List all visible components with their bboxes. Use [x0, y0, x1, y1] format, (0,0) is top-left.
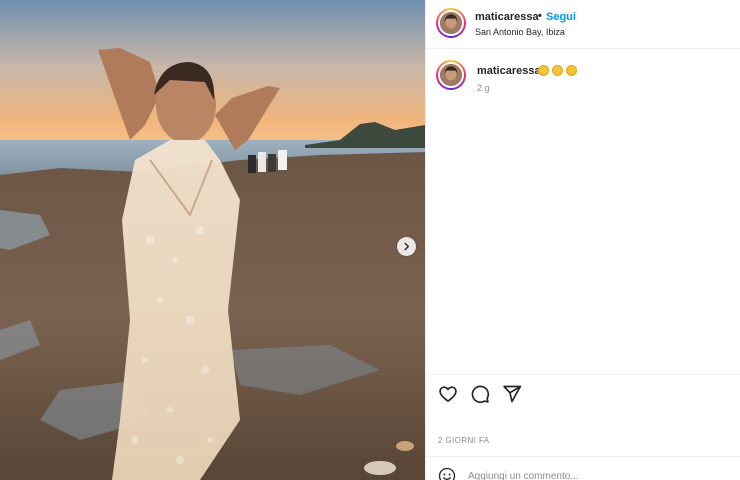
- comment-button[interactable]: [470, 384, 490, 404]
- caption-text: [538, 65, 577, 76]
- action-bar: [438, 384, 522, 404]
- chevron-right-icon: [404, 242, 410, 251]
- caption-avatar[interactable]: [436, 60, 466, 90]
- like-button[interactable]: [438, 384, 458, 404]
- comment-form: [426, 456, 740, 480]
- username[interactable]: maticaressa: [475, 11, 539, 23]
- profile-picture: [440, 64, 462, 86]
- caption-username[interactable]: maticaressa: [477, 65, 541, 77]
- post-header: maticaressa • Segui San Antonio Bay, Ibi…: [426, 0, 740, 49]
- caption-age: 2 g: [477, 83, 490, 93]
- comment-bubble-icon: [471, 385, 490, 404]
- sun-emoji-icon: [552, 65, 563, 76]
- heart-icon: [439, 386, 457, 402]
- comment-input[interactable]: [468, 468, 688, 480]
- divider: [426, 374, 740, 375]
- avatar[interactable]: [436, 8, 466, 38]
- sun-emoji-icon: [566, 65, 577, 76]
- share-button[interactable]: [502, 384, 522, 404]
- post-date: 2 GIORNI FA: [438, 436, 490, 445]
- post-side-panel: maticaressa • Segui San Antonio Bay, Ibi…: [425, 0, 740, 480]
- post-photo[interactable]: [0, 0, 425, 480]
- separator-dot: •: [538, 10, 542, 22]
- post-image: [0, 0, 425, 480]
- emoji-picker-button[interactable]: [438, 467, 456, 480]
- paper-plane-icon: [503, 385, 522, 403]
- profile-picture: [440, 12, 462, 34]
- next-photo-button[interactable]: [397, 237, 416, 256]
- instagram-post: maticaressa • Segui San Antonio Bay, Ibi…: [0, 0, 740, 480]
- location-link[interactable]: San Antonio Bay, Ibiza: [475, 27, 565, 37]
- smiley-icon: [438, 467, 456, 480]
- follow-button[interactable]: Segui: [546, 11, 576, 23]
- sun-emoji-icon: [538, 65, 549, 76]
